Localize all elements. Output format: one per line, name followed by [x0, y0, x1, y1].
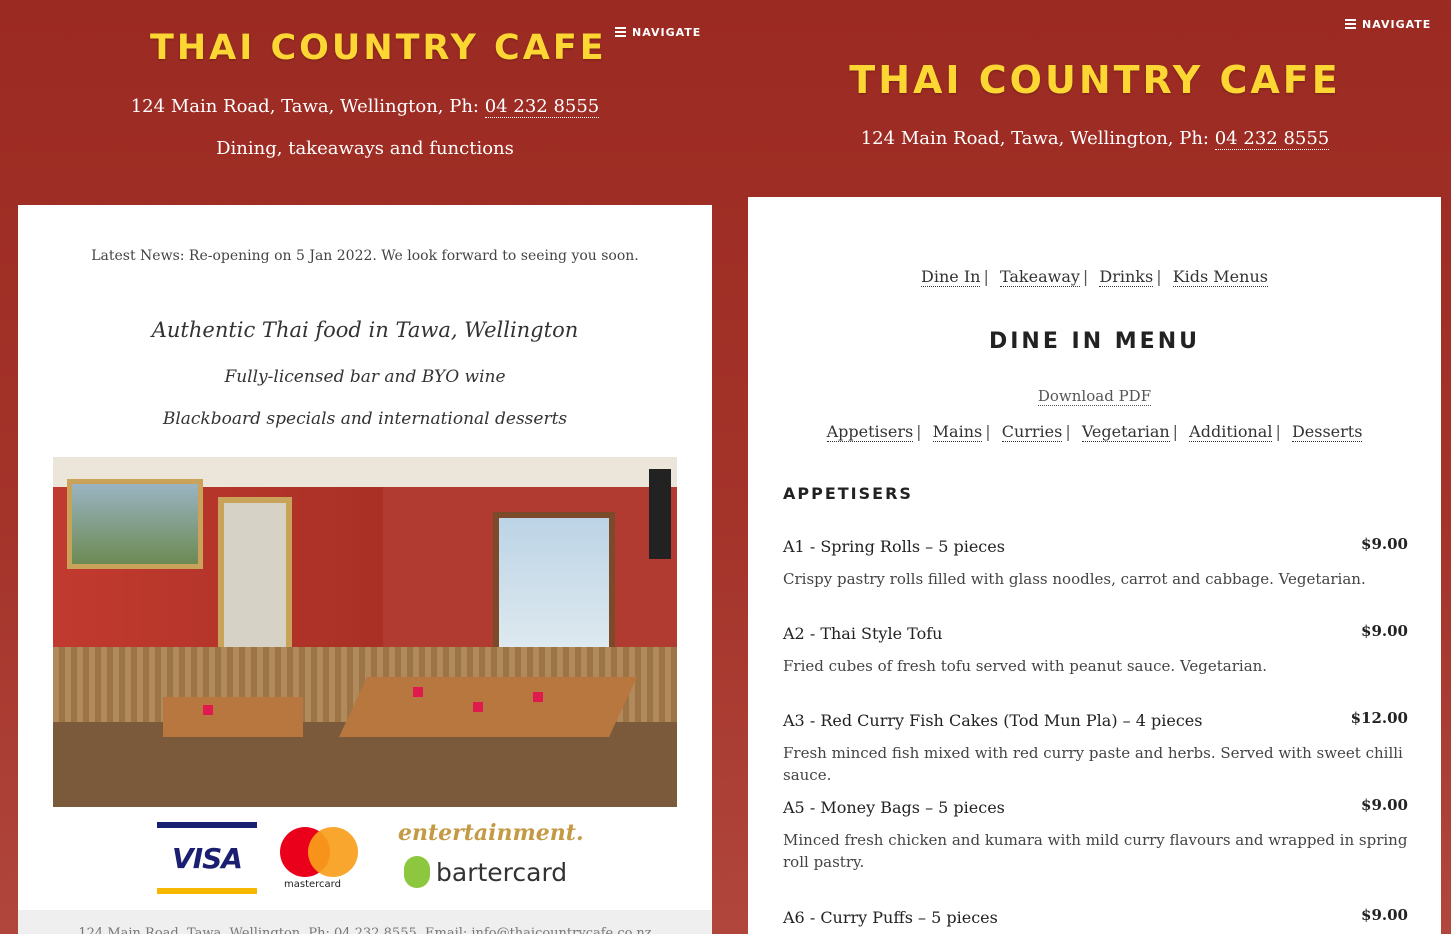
menu-item: A3 - Red Curry Fish Cakes (Tod Mun Pla) …	[783, 709, 1408, 786]
menu-item: A1 - Spring Rolls – 5 pieces $9.00 Crisp…	[783, 535, 1408, 590]
address-text: 124 Main Road, Tawa, Wellington, Ph:	[130, 96, 485, 117]
menu-item-description: Crispy pastry rolls filled with glass no…	[783, 570, 1366, 588]
section-link-curries[interactable]: Curries	[1001, 422, 1063, 442]
phone-link-right[interactable]: 04 232 8555	[1214, 128, 1330, 150]
menu-item-name: A1 - Spring Rolls – 5 pieces	[783, 537, 1005, 556]
navigate-label: NAVIGATE	[1362, 17, 1432, 31]
hero-subline-bar: Fully-licensed bar and BYO wine	[224, 367, 506, 387]
section-link-mains[interactable]: Mains	[932, 422, 983, 442]
section-link-appetisers[interactable]: Appetisers	[826, 422, 914, 442]
menu-item: A6 - Curry Puffs – 5 pieces $9.00	[783, 906, 1408, 927]
menu-item-price: $12.00	[1350, 709, 1408, 727]
menu-type-nav: Dine In | Takeaway | Drinks | Kids Menus	[921, 267, 1268, 287]
menu-item-price: $9.00	[1361, 906, 1408, 924]
menu-item-description: Minced fresh chicken and kumara with mil…	[783, 831, 1408, 871]
address-text: 124 Main Road, Tawa, Wellington, Ph:	[860, 128, 1215, 149]
navigate-button[interactable]: NAVIGATE	[615, 25, 701, 39]
payment-logos: VISA mastercard entertainment. bartercar…	[18, 820, 712, 894]
header-address: 124 Main Road, Tawa, Wellington, Ph: 04 …	[0, 96, 730, 118]
section-nav: Appetisers | Mains | Curries | Vegetarian | …	[826, 422, 1363, 442]
menu-item: A2 - Thai Style Tofu $9.00 Fried cubes o…	[783, 622, 1408, 677]
section-heading: APPETISERS	[783, 484, 913, 503]
site-title-right[interactable]: THAI COUNTRY CAFE	[730, 58, 1451, 102]
menu-item-description: Fresh minced fish mixed with red curry p…	[783, 744, 1403, 784]
menu-item-price: $9.00	[1361, 796, 1408, 814]
site-title[interactable]: THAI COUNTRY CAFE	[150, 28, 607, 68]
phone-link[interactable]: 04 232 8555	[484, 96, 600, 118]
download-pdf-link[interactable]: Download PDF	[1037, 387, 1152, 406]
section-link-vegetarian[interactable]: Vegetarian	[1081, 422, 1170, 442]
menu-item-description: Fried cubes of fresh tofu served with pe…	[783, 657, 1268, 675]
hero-subline-desserts: Blackboard specials and international de…	[162, 409, 568, 429]
menu-link-dine-in[interactable]: Dine In	[921, 267, 981, 287]
navigate-button-right[interactable]: NAVIGATE	[1345, 17, 1431, 31]
tagline: Dining, takeaways and functions	[216, 138, 514, 159]
menu-item-name: A3 - Red Curry Fish Cakes (Tod Mun Pla) …	[783, 711, 1203, 730]
hamburger-icon	[1345, 17, 1356, 31]
menu-item-name: A2 - Thai Style Tofu	[783, 624, 943, 643]
latest-news: Latest News: Re-opening on 5 Jan 2022. W…	[91, 248, 639, 264]
menu-item-price: $9.00	[1361, 622, 1408, 640]
hamburger-icon	[615, 25, 626, 39]
home-content-card: Latest News: Re-opening on 5 Jan 2022. W…	[18, 205, 712, 934]
visa-logo: VISA	[157, 822, 257, 894]
hero-heading: Authentic Thai food in Tawa, Wellington	[151, 318, 579, 342]
entertainment-logo: entertainment.	[398, 820, 584, 846]
navigate-label: NAVIGATE	[632, 25, 702, 39]
header-address-right: 124 Main Road, Tawa, Wellington, Ph: 04 …	[730, 128, 1451, 150]
restaurant-interior-photo	[53, 457, 677, 807]
section-link-desserts[interactable]: Desserts	[1291, 422, 1363, 442]
page-title: DINE IN MENU	[988, 329, 1200, 354]
section-link-additional[interactable]: Additional	[1189, 422, 1273, 442]
menu-content-card: Dine In | Takeaway | Drinks | Kids Menus DI…	[748, 197, 1441, 934]
menu-item-name: A6 - Curry Puffs – 5 pieces	[783, 908, 998, 927]
menu-link-drinks[interactable]: Drinks	[1099, 267, 1154, 287]
bartercard-logo: bartercard	[404, 856, 567, 888]
mastercard-logo: mastercard	[280, 827, 360, 893]
menu-item-name: A5 - Money Bags – 5 pieces	[783, 798, 1005, 817]
footer-contact: 124 Main Road, Tawa, Wellington, Ph: 04 …	[18, 910, 712, 934]
menu-link-kids[interactable]: Kids Menus	[1172, 267, 1268, 287]
menu-link-takeaway[interactable]: Takeaway	[999, 267, 1080, 287]
menu-item: A5 - Money Bags – 5 pieces $9.00 Minced …	[783, 796, 1408, 873]
menu-item-price: $9.00	[1361, 535, 1408, 553]
